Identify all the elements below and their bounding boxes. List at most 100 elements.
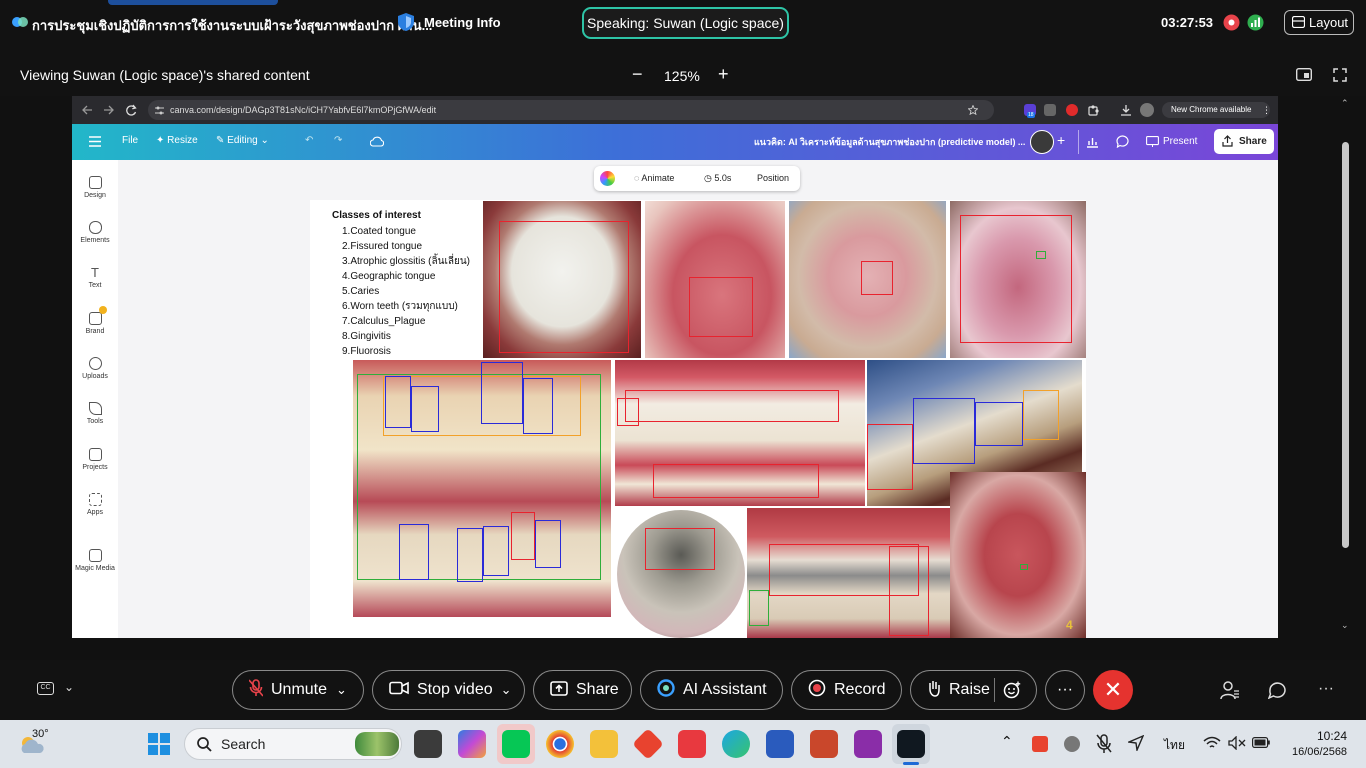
chevron-down-icon[interactable]: ⌄ bbox=[501, 682, 512, 697]
profile-avatar[interactable] bbox=[1140, 103, 1154, 117]
stop-video-button[interactable]: Stop video ⌄ bbox=[372, 670, 525, 710]
reload-icon[interactable] bbox=[125, 104, 137, 116]
layout-icon bbox=[1292, 16, 1305, 28]
file-menu[interactable]: File bbox=[122, 135, 138, 146]
sidebar-item-design[interactable]: Design bbox=[72, 176, 118, 199]
reactions-smiley-icon[interactable] bbox=[1003, 681, 1021, 699]
scrollbar-thumb[interactable] bbox=[1342, 142, 1349, 548]
undo-icon[interactable]: ↶ bbox=[305, 135, 313, 146]
detection-box bbox=[749, 590, 769, 626]
share-scrollbar[interactable]: ⌃ ⌄ bbox=[1338, 96, 1352, 638]
editing-menu[interactable]: ✎ Editing ⌄ bbox=[216, 135, 269, 146]
download-icon[interactable] bbox=[1120, 104, 1132, 116]
sidebar-item-magic-media[interactable]: Magic Media bbox=[72, 549, 118, 572]
zoom-in-button[interactable]: + bbox=[718, 64, 729, 85]
captions-icon[interactable]: CC bbox=[37, 682, 54, 695]
sidebar-item-tools[interactable]: Tools bbox=[72, 402, 118, 425]
duration-button[interactable]: ◷ 5.0s bbox=[704, 173, 731, 184]
webex-app-icon[interactable] bbox=[897, 730, 925, 758]
tray-mic-muted-icon[interactable] bbox=[1096, 734, 1112, 754]
sidebar-item-apps[interactable]: Apps bbox=[72, 493, 118, 516]
pdf-app-icon[interactable] bbox=[854, 730, 882, 758]
redo-icon[interactable]: ↷ bbox=[334, 135, 342, 146]
more-panels-icon[interactable]: ··· bbox=[1318, 680, 1334, 698]
chevron-down-icon[interactable]: ⌄ bbox=[336, 682, 347, 697]
sidebar-item-elements[interactable]: Elements bbox=[72, 221, 118, 244]
sidebar-item-projects[interactable]: Projects bbox=[72, 448, 118, 471]
network-health-icon[interactable] bbox=[1247, 14, 1264, 31]
present-button[interactable]: Present bbox=[1138, 129, 1208, 154]
scroll-up-icon[interactable]: ⌃ bbox=[1341, 98, 1349, 109]
sidebar-item-uploads[interactable]: Uploads bbox=[72, 357, 118, 380]
file-explorer-icon[interactable] bbox=[590, 730, 618, 758]
chrome-app-icon[interactable] bbox=[546, 730, 574, 758]
raise-hand-button[interactable]: Raise bbox=[910, 670, 1037, 710]
tray-overflow-icon[interactable]: ⌃ bbox=[1001, 733, 1013, 750]
windows-start-icon[interactable] bbox=[148, 733, 170, 755]
volume-muted-icon[interactable] bbox=[1228, 736, 1246, 750]
address-bar[interactable]: canva.com/design/DAGp3T81sNc/iCH7YabfvE6… bbox=[148, 100, 994, 120]
animate-button[interactable]: ◌ Animate bbox=[634, 173, 674, 183]
snagit-icon[interactable] bbox=[678, 730, 706, 758]
collaborator-avatar[interactable] bbox=[1030, 130, 1054, 154]
taskbar-time[interactable]: 10:24 bbox=[1317, 729, 1347, 743]
copilot-icon[interactable] bbox=[458, 730, 486, 758]
extensions-puzzle-icon[interactable] bbox=[1088, 104, 1100, 116]
insights-chart-icon[interactable] bbox=[1086, 135, 1099, 148]
color-picker-icon[interactable] bbox=[600, 171, 615, 186]
location-arrow-icon[interactable] bbox=[1128, 735, 1144, 751]
tray-anydesk-icon[interactable] bbox=[1032, 736, 1048, 752]
cloud-saved-icon[interactable] bbox=[370, 136, 384, 147]
taskbar-date[interactable]: 16/06/2568 bbox=[1292, 746, 1347, 758]
extension-icon-2[interactable] bbox=[1044, 104, 1056, 116]
share-button[interactable]: Share bbox=[1214, 129, 1274, 154]
participants-icon[interactable] bbox=[1220, 681, 1240, 700]
taskbar-search-input[interactable]: Search bbox=[184, 728, 402, 760]
more-options-icon[interactable]: ··· bbox=[1045, 670, 1085, 710]
zoom-level: 125% bbox=[664, 68, 700, 84]
sidebar-item-text[interactable]: T Text bbox=[72, 266, 118, 289]
document-title[interactable]: แนวคิด: AI วิเคราะห์ข้อมูลด้านสุขภาพช่อง… bbox=[754, 135, 1025, 149]
zoom-out-button[interactable]: − bbox=[632, 64, 643, 85]
battery-icon[interactable] bbox=[1252, 737, 1270, 748]
extension-icon-3[interactable] bbox=[1066, 104, 1078, 116]
detection-box bbox=[889, 546, 929, 636]
share-screen-button[interactable]: Share bbox=[533, 670, 632, 710]
bookmark-star-icon[interactable] bbox=[968, 105, 978, 115]
tray-app-icon[interactable] bbox=[1064, 736, 1080, 752]
detection-box bbox=[523, 378, 553, 434]
scroll-down-icon[interactable]: ⌄ bbox=[1341, 620, 1349, 631]
word-app-icon[interactable] bbox=[766, 730, 794, 758]
chat-icon[interactable] bbox=[1268, 681, 1287, 699]
fullscreen-icon[interactable] bbox=[1333, 68, 1347, 82]
end-call-button[interactable]: ✕ bbox=[1093, 670, 1133, 710]
resize-menu[interactable]: ✦ Resize bbox=[156, 135, 198, 146]
comment-icon[interactable] bbox=[1116, 135, 1129, 148]
captions-chevron-icon[interactable]: ⌄ bbox=[64, 680, 74, 694]
record-button[interactable]: Record bbox=[791, 670, 902, 710]
wifi-icon[interactable] bbox=[1203, 736, 1221, 750]
position-button[interactable]: Position bbox=[757, 173, 789, 183]
layout-button[interactable]: Layout bbox=[1284, 10, 1354, 35]
chrome-update-button[interactable]: New Chrome available ⋮ bbox=[1162, 102, 1271, 118]
sidebar-item-brand[interactable]: Brand bbox=[72, 312, 118, 335]
detection-box bbox=[481, 362, 523, 424]
menu-icon[interactable] bbox=[89, 136, 101, 147]
anydesk-icon[interactable] bbox=[632, 728, 664, 760]
edge-app-icon[interactable] bbox=[722, 730, 750, 758]
ai-assistant-button[interactable]: AI Assistant bbox=[640, 670, 783, 710]
task-view-icon[interactable] bbox=[414, 730, 442, 758]
slide-canvas[interactable]: Classes of interest 1.Coated tongue 2.Fi… bbox=[310, 200, 1086, 638]
unmute-button[interactable]: Unmute ⌄ bbox=[232, 670, 364, 710]
site-settings-icon[interactable] bbox=[155, 106, 164, 115]
shield-icon[interactable] bbox=[397, 12, 415, 32]
back-arrow-icon[interactable] bbox=[81, 104, 93, 116]
powerpoint-app-icon[interactable] bbox=[810, 730, 838, 758]
meeting-info-button[interactable]: Meeting Info bbox=[424, 15, 501, 30]
menu-dots-icon[interactable]: ⋮ bbox=[1262, 102, 1271, 118]
line-app-icon[interactable] bbox=[502, 730, 530, 758]
pop-out-icon[interactable] bbox=[1296, 68, 1312, 81]
forward-arrow-icon[interactable] bbox=[103, 104, 115, 116]
input-language[interactable]: ไทย bbox=[1164, 736, 1185, 755]
add-collaborator-icon[interactable]: + bbox=[1057, 132, 1065, 148]
